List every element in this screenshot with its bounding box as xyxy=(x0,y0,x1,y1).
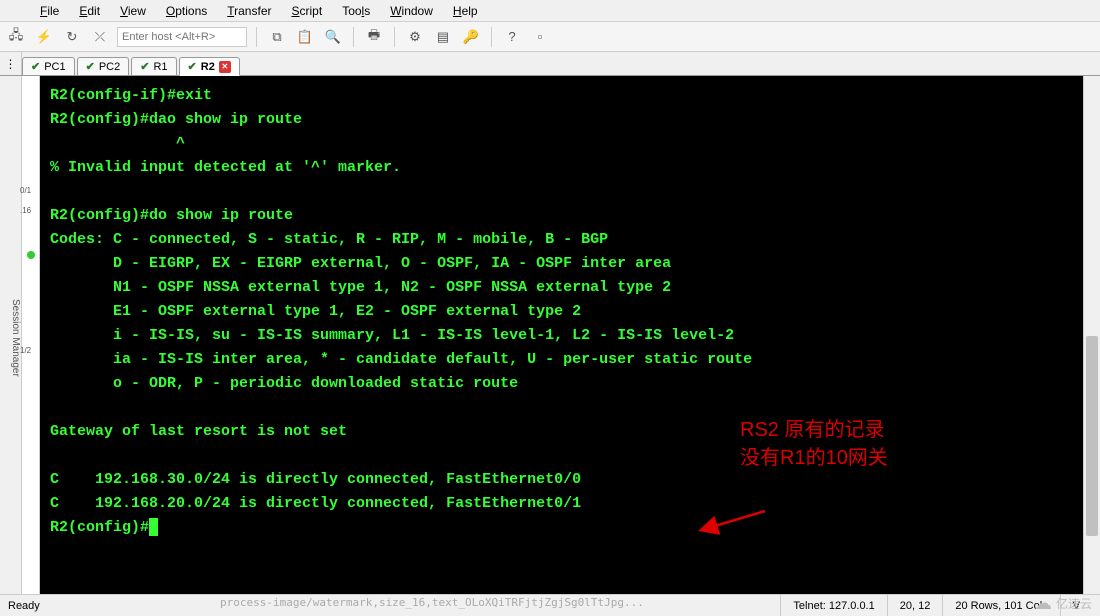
help-icon[interactable]: ? xyxy=(501,26,523,48)
disconnect-icon[interactable]: ⤫ xyxy=(89,26,111,48)
workspace: Session Manager 0/1 .16 1/2 R2(config-if… xyxy=(0,76,1100,594)
tabs-bar: ⋮ ✔ PC1 ✔ PC2 ✔ R1 ✔ R2 ✕ xyxy=(0,52,1100,76)
menu-view[interactable]: View xyxy=(110,2,156,20)
annotation-arrow-icon xyxy=(710,506,770,539)
session-options-icon[interactable]: ▤ xyxy=(432,26,454,48)
menu-tools[interactable]: Tools xyxy=(332,2,380,20)
menu-help[interactable]: Help xyxy=(443,2,488,20)
device-strip: 0/1 .16 1/2 xyxy=(22,76,40,594)
check-icon: ✔ xyxy=(31,60,40,73)
tab-r2[interactable]: ✔ R2 ✕ xyxy=(179,57,240,76)
quick-connect-icon[interactable]: ⚡ xyxy=(33,26,55,48)
tab-r1[interactable]: ✔ R1 xyxy=(131,57,176,75)
menu-file[interactable]: File xyxy=(30,2,69,20)
port-label: 0/1 xyxy=(20,186,31,195)
print-icon[interactable]: 🖶 xyxy=(363,26,385,48)
connect-icon[interactable]: 🖧 xyxy=(5,26,27,48)
paste-icon[interactable]: 📋 xyxy=(294,26,316,48)
reconnect-icon[interactable]: ↻ xyxy=(61,26,83,48)
find-icon[interactable]: 🔍 xyxy=(322,26,344,48)
status-ready: Ready xyxy=(8,600,40,612)
toolbar: 🖧 ⚡ ↻ ⤫ ⧉ 📋 🔍 🖶 ⚙ ▤ 🔑 ? ▫ xyxy=(0,22,1100,52)
faded-watermark-text: process-image/watermark,size_16,text_OLo… xyxy=(220,596,1050,612)
terminal[interactable]: R2(config-if)#exit R2(config)#dao show i… xyxy=(40,76,1083,594)
port-label: .16 xyxy=(20,206,31,215)
about-icon[interactable]: ▫ xyxy=(529,26,551,48)
key-icon[interactable]: 🔑 xyxy=(460,26,482,48)
close-icon[interactable]: ✕ xyxy=(219,61,231,73)
menu-options[interactable]: Options xyxy=(156,2,217,20)
tab-pc2[interactable]: ✔ PC2 xyxy=(77,57,130,75)
check-icon: ✔ xyxy=(188,60,197,73)
logo: ☁亿速云 xyxy=(1034,593,1092,614)
port-label: 1/2 xyxy=(20,346,31,355)
tab-label: PC2 xyxy=(99,61,120,73)
menu-transfer[interactable]: Transfer xyxy=(217,2,281,20)
menu-bar: File Edit View Options Transfer Script T… xyxy=(0,0,1100,22)
menu-script[interactable]: Script xyxy=(282,2,333,20)
scrollbar[interactable] xyxy=(1083,76,1100,594)
link-dot-icon xyxy=(27,251,35,259)
settings-icon[interactable]: ⚙ xyxy=(404,26,426,48)
annotation-text: RS2 原有的记录 没有R1的10网关 xyxy=(740,416,888,472)
tab-label: PC1 xyxy=(44,61,65,73)
tabs-menu-icon[interactable]: ⋮ xyxy=(0,52,22,75)
tab-label: R1 xyxy=(153,61,167,73)
session-manager-sidebar[interactable]: Session Manager xyxy=(0,76,22,594)
cloud-icon: ☁ xyxy=(1034,593,1052,614)
menu-window[interactable]: Window xyxy=(380,2,443,20)
menu-edit[interactable]: Edit xyxy=(69,2,110,20)
tab-pc1[interactable]: ✔ PC1 xyxy=(22,57,75,75)
check-icon: ✔ xyxy=(140,60,149,73)
copy-icon[interactable]: ⧉ xyxy=(266,26,288,48)
tab-label: R2 xyxy=(201,61,215,73)
host-input[interactable] xyxy=(117,27,247,47)
check-icon: ✔ xyxy=(86,60,95,73)
scrollbar-thumb[interactable] xyxy=(1086,336,1098,536)
